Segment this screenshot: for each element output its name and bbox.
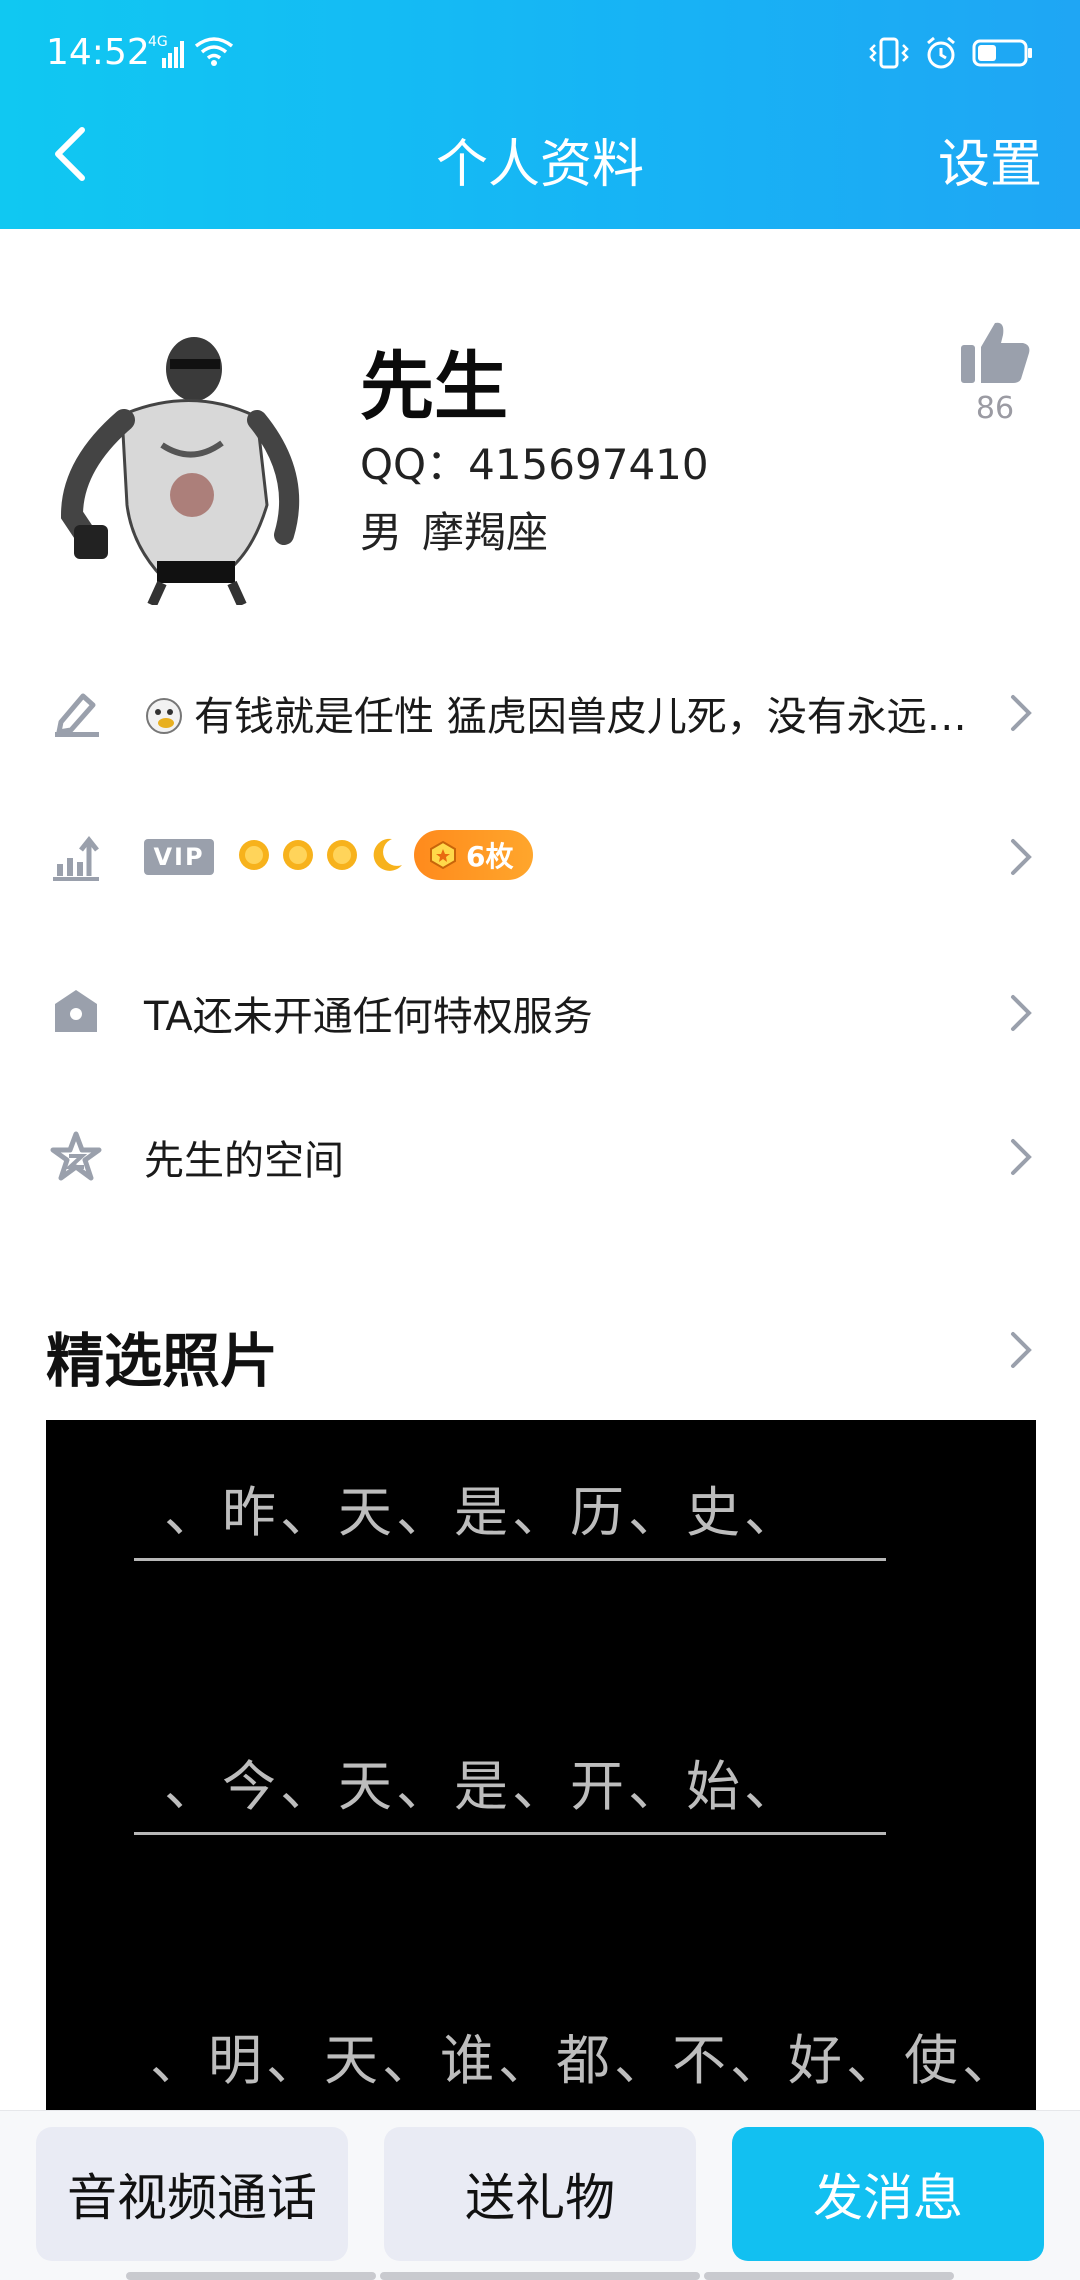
photo-text-line: 、明、天、谁、都、不、好、使、 (150, 2029, 1020, 2092)
settings-button[interactable]: 设置 (938, 122, 1042, 197)
privilege-text: TA还未开通任何特权服务 (144, 994, 593, 1040)
signature-row[interactable]: 有钱就是任性 猛虎因兽皮儿死，没有永远… (0, 658, 1080, 768)
status-left-icons: 4G (148, 34, 234, 70)
photo-text-line: 、昨、天、是、历、史、 (164, 1481, 802, 1544)
level-icons (234, 835, 406, 875)
photo-divider (134, 1558, 886, 1561)
zodiac-label: 摩羯座 (422, 508, 549, 557)
avatar[interactable] (52, 325, 308, 608)
sun-icon (327, 840, 357, 870)
qzone-row[interactable]: 先生的空间 (0, 1102, 1080, 1212)
status-time: 14:52 (46, 32, 150, 73)
network-type: 4G (148, 34, 168, 50)
qq-number: QQ：415697410 (360, 440, 709, 489)
signature-value: 有钱就是任性 猛虎因兽皮儿死，没有永远… (194, 694, 967, 740)
gender-label: 男 (360, 508, 403, 557)
send-message-button[interactable]: 发消息 (732, 2127, 1044, 2261)
thumbs-up-icon (961, 322, 1030, 383)
page-title: 个人资料 (435, 135, 644, 195)
bottom-action-bar: 音视频通话 送礼物 发消息 (0, 2110, 1080, 2280)
edit-pencil-icon (48, 685, 104, 741)
medal-badge[interactable]: 6枚 (414, 830, 534, 880)
privilege-row[interactable]: TA还未开通任何特权服务 (0, 958, 1080, 1068)
header-bar: 14:52 4G 个人资料 设置 (0, 0, 1080, 229)
profile-card: 先生 QQ：415697410 男 摩羯座 86 (0, 229, 1080, 619)
sun-icon (239, 840, 269, 870)
home-indicator (380, 2272, 700, 2280)
like-button[interactable]: 86 (950, 319, 1040, 449)
nickname: 先生 (360, 344, 508, 430)
video-call-button[interactable]: 音视频通话 (36, 2127, 348, 2261)
vibrate-icon (868, 36, 910, 74)
photos-section-title: 精选照片 (46, 1327, 279, 1395)
featured-photo[interactable]: 、昨、天、是、历、史、 、今、天、是、开、始、 、明、天、谁、都、不、好、使、 (46, 1420, 1036, 2110)
status-right-icons (868, 36, 1034, 74)
chevron-right-icon (1011, 839, 1032, 875)
crown-icon (48, 985, 104, 1041)
home-indicator (704, 2272, 954, 2280)
gender-zodiac: 男 摩羯座 (360, 499, 548, 560)
medal-icon (430, 840, 456, 870)
vip-level-row[interactable]: VIP 6枚 (0, 802, 1080, 912)
medal-count: 6枚 (466, 840, 514, 873)
home-indicator (126, 2272, 376, 2280)
photo-text-line: 、今、天、是、开、始、 (164, 1755, 802, 1818)
level-chart-icon (48, 829, 104, 885)
battery-icon (972, 38, 1034, 72)
signature-text: 有钱就是任性 猛虎因兽皮儿死，没有永远… (144, 684, 967, 742)
wifi-icon (194, 36, 234, 70)
chevron-right-icon (1011, 1139, 1032, 1175)
alarm-icon (924, 36, 958, 74)
vip-badge: VIP (144, 839, 214, 875)
star-icon (48, 1129, 104, 1185)
signal-icon: 4G (148, 34, 184, 70)
send-gift-button[interactable]: 送礼物 (384, 2127, 696, 2261)
status-bar: 14:52 4G (0, 0, 1080, 110)
qzone-text: 先生的空间 (144, 1138, 344, 1184)
photo-divider (134, 1832, 886, 1835)
chevron-right-icon[interactable] (1008, 1330, 1034, 1370)
emoji-icon (146, 698, 182, 734)
like-count: 86 (975, 391, 1015, 426)
moon-icon (373, 838, 402, 871)
chevron-right-icon (1011, 995, 1032, 1031)
sun-icon (283, 840, 313, 870)
chevron-right-icon (1011, 695, 1032, 731)
